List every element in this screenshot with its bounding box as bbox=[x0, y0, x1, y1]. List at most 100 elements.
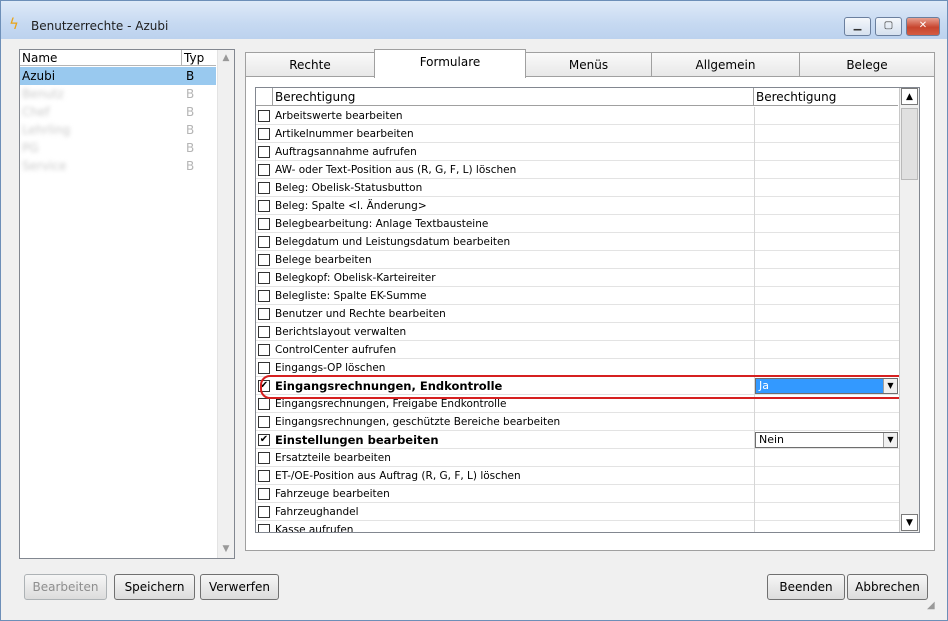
tab-allgemein[interactable]: Allgemein bbox=[651, 52, 800, 77]
row-indicator-header bbox=[256, 88, 273, 106]
permission-checkbox[interactable] bbox=[258, 362, 270, 374]
resize-grip-icon[interactable]: ◢ bbox=[927, 600, 939, 612]
permission-checkbox[interactable] bbox=[258, 506, 270, 518]
permission-row[interactable]: ✔ Eingangsrechnungen, Endkontrolle Ja ▼ bbox=[256, 377, 899, 395]
permission-row[interactable]: Belegbearbeitung: Anlage Textbausteine bbox=[256, 215, 899, 233]
minimize-button[interactable]: ▁ bbox=[844, 17, 871, 36]
permission-row[interactable]: Beleg: Spalte <l. Änderung> bbox=[256, 197, 899, 215]
permission-row[interactable]: Fahrzeuge bearbeiten bbox=[256, 485, 899, 503]
permission-label: Kasse aufrufen bbox=[275, 524, 354, 533]
permission-checkbox[interactable] bbox=[258, 146, 270, 158]
permission-label: Eingangs-OP löschen bbox=[275, 362, 386, 374]
column-divider bbox=[754, 287, 755, 305]
scroll-down-icon[interactable]: ▼ bbox=[901, 514, 918, 531]
user-list[interactable]: Name Typ Azubi B Benutz B Chef B Lehrling B PG B S… bbox=[19, 49, 235, 559]
close-button[interactable]: ✕ bbox=[906, 17, 940, 36]
permission-row[interactable]: Berichtslayout verwalten bbox=[256, 323, 899, 341]
permission-label: Eingangsrechnungen, geschützte Bereiche … bbox=[275, 416, 561, 428]
column-header-berechtigung-value[interactable]: Berechtigung bbox=[754, 88, 898, 106]
permission-row[interactable]: Eingangs-OP löschen bbox=[256, 359, 899, 377]
column-header-name[interactable]: Name bbox=[20, 50, 182, 66]
permission-row[interactable]: Belegkopf: Obelisk-Karteireiter bbox=[256, 269, 899, 287]
permission-row[interactable]: Belegdatum und Leistungsdatum bearbeiten bbox=[256, 233, 899, 251]
user-list-scrollbar[interactable]: ▲ ▼ bbox=[217, 50, 234, 558]
column-header-typ[interactable]: Typ bbox=[182, 50, 216, 66]
permission-checkbox[interactable] bbox=[258, 326, 270, 338]
column-header-berechtigung[interactable]: Berechtigung bbox=[273, 88, 754, 106]
chevron-down-icon[interactable]: ▼ bbox=[883, 433, 897, 447]
scroll-up-icon[interactable]: ▲ bbox=[901, 88, 918, 105]
user-row[interactable]: Benutz B bbox=[20, 85, 216, 103]
permission-row[interactable]: Kasse aufrufen bbox=[256, 521, 899, 533]
tab-strip: Rechte Formulare Menüs Allgemein Belege bbox=[245, 49, 935, 78]
permission-row[interactable]: Eingangsrechnungen, Freigabe Endkontroll… bbox=[256, 395, 899, 413]
user-row[interactable]: Lehrling B bbox=[20, 121, 216, 139]
permission-checkbox[interactable] bbox=[258, 344, 270, 356]
lightning-icon: ϟ bbox=[9, 15, 19, 33]
permission-checkbox[interactable]: ✔ bbox=[258, 380, 270, 392]
permission-checkbox[interactable] bbox=[258, 452, 270, 464]
scroll-down-icon[interactable]: ▼ bbox=[218, 541, 234, 557]
permission-checkbox[interactable] bbox=[258, 236, 270, 248]
permission-value: Ja bbox=[759, 379, 769, 392]
maximize-button[interactable]: ▢ bbox=[875, 17, 902, 36]
permission-row[interactable]: ET-/OE-Position aus Auftrag (R, G, F, L)… bbox=[256, 467, 899, 485]
permission-row[interactable]: Beleg: Obelisk-Statusbutton bbox=[256, 179, 899, 197]
permission-row[interactable]: Auftragsannahme aufrufen bbox=[256, 143, 899, 161]
column-divider bbox=[754, 449, 755, 467]
permission-checkbox[interactable] bbox=[258, 416, 270, 428]
permissions-grid[interactable]: Berechtigung Berechtigung Arbeitswerte b… bbox=[255, 87, 920, 533]
tab-formulare[interactable]: Formulare bbox=[374, 49, 526, 78]
permission-checkbox[interactable] bbox=[258, 470, 270, 482]
permission-row[interactable]: Eingangsrechnungen, geschützte Bereiche … bbox=[256, 413, 899, 431]
permission-row[interactable]: Belege bearbeiten bbox=[256, 251, 899, 269]
bearbeiten-button[interactable]: Bearbeiten bbox=[24, 574, 107, 600]
permission-row[interactable]: AW- oder Text-Position aus (R, G, F, L) … bbox=[256, 161, 899, 179]
beenden-button[interactable]: Beenden bbox=[767, 574, 845, 600]
permission-checkbox[interactable] bbox=[258, 308, 270, 320]
grid-scrollbar[interactable]: ▲ ▼ bbox=[899, 88, 919, 532]
permission-row[interactable]: Artikelnummer bearbeiten bbox=[256, 125, 899, 143]
permission-checkbox[interactable] bbox=[258, 290, 270, 302]
speichern-button[interactable]: Speichern bbox=[114, 574, 195, 600]
permission-checkbox[interactable]: ✔ bbox=[258, 434, 270, 446]
scroll-thumb[interactable] bbox=[901, 108, 918, 180]
permission-row[interactable]: Benutzer und Rechte bearbeiten bbox=[256, 305, 899, 323]
user-name: Chef bbox=[22, 105, 50, 119]
user-row[interactable]: PG B bbox=[20, 139, 216, 157]
permission-checkbox[interactable] bbox=[258, 218, 270, 230]
permission-checkbox[interactable] bbox=[258, 398, 270, 410]
permission-row[interactable]: Arbeitswerte bearbeiten bbox=[256, 107, 899, 125]
user-name: Service bbox=[22, 159, 67, 173]
chevron-down-icon[interactable]: ▼ bbox=[883, 379, 897, 393]
permission-label: Einstellungen bearbeiten bbox=[275, 433, 439, 447]
permission-row[interactable]: ✔ Einstellungen bearbeiten Nein ▼ bbox=[256, 431, 899, 449]
permission-value-select[interactable]: Ja ▼ bbox=[755, 378, 898, 394]
permission-checkbox[interactable] bbox=[258, 524, 270, 532]
verwerfen-button[interactable]: Verwerfen bbox=[200, 574, 279, 600]
permission-checkbox[interactable] bbox=[258, 182, 270, 194]
permission-checkbox[interactable] bbox=[258, 254, 270, 266]
permission-label: ET-/OE-Position aus Auftrag (R, G, F, L)… bbox=[275, 470, 521, 482]
user-row[interactable]: Chef B bbox=[20, 103, 216, 121]
user-row[interactable]: Service B bbox=[20, 157, 216, 175]
tab-rechte[interactable]: Rechte bbox=[245, 52, 375, 77]
permission-row[interactable]: ControlCenter aufrufen bbox=[256, 341, 899, 359]
permission-checkbox[interactable] bbox=[258, 200, 270, 212]
permission-value-select[interactable]: Nein ▼ bbox=[755, 432, 898, 448]
permission-row[interactable]: Fahrzeughandel bbox=[256, 503, 899, 521]
permission-checkbox[interactable] bbox=[258, 488, 270, 500]
permission-row[interactable]: Belegliste: Spalte EK-Summe bbox=[256, 287, 899, 305]
permission-label: Belegkopf: Obelisk-Karteireiter bbox=[275, 272, 436, 284]
scroll-up-icon[interactable]: ▲ bbox=[218, 50, 234, 66]
permission-checkbox[interactable] bbox=[258, 128, 270, 140]
permission-row[interactable]: Ersatzteile bearbeiten bbox=[256, 449, 899, 467]
user-row[interactable]: Azubi B bbox=[20, 67, 216, 85]
permission-checkbox[interactable] bbox=[258, 272, 270, 284]
tab-menus[interactable]: Menüs bbox=[525, 52, 652, 77]
user-list-rows: Azubi B Benutz B Chef B Lehrling B PG B Service B bbox=[20, 67, 216, 175]
tab-belege[interactable]: Belege bbox=[799, 52, 935, 77]
permission-checkbox[interactable] bbox=[258, 110, 270, 122]
permission-checkbox[interactable] bbox=[258, 164, 270, 176]
abbrechen-button[interactable]: Abbrechen bbox=[847, 574, 928, 600]
